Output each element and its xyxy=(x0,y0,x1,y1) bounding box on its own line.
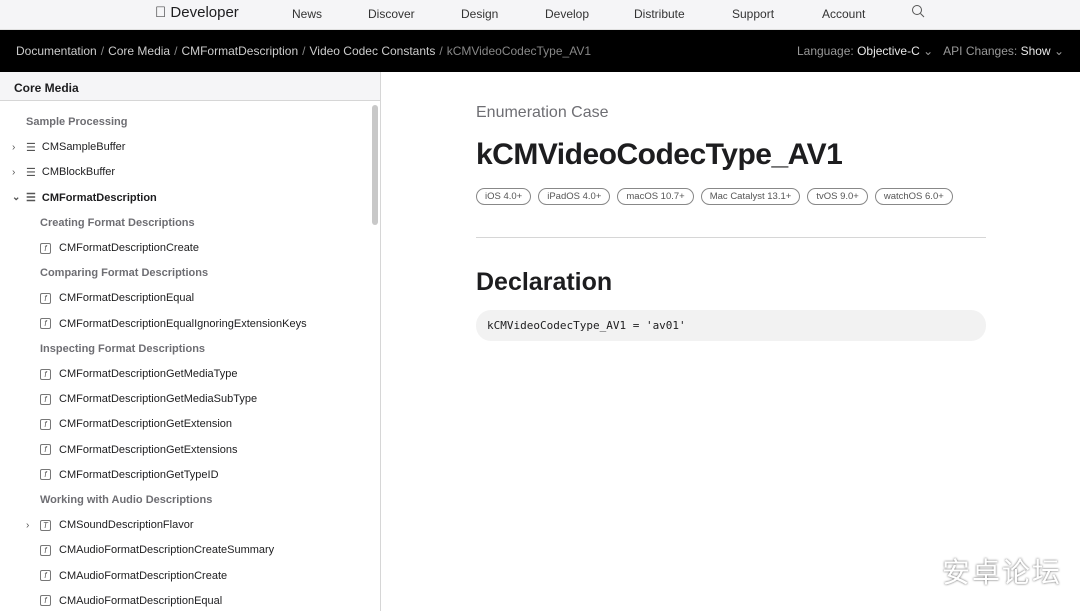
crumb-current: kCMVideoCodecType_AV1 xyxy=(446,44,591,58)
crumb-core-media[interactable]: Core Media xyxy=(108,44,170,58)
declaration-code: kCMVideoCodecType_AV1 = 'av01' xyxy=(476,310,986,341)
chevron-down-icon: ⌄ xyxy=(923,44,934,58)
sidebar-item[interactable]: f CMFormatDescriptionGetMediaType xyxy=(40,364,238,384)
function-icon: f xyxy=(40,318,51,330)
sidebar-item[interactable]: ⌄ ☰ CMFormatDescription xyxy=(12,188,157,208)
crumb-cmformatdescription[interactable]: CMFormatDescription xyxy=(181,44,298,58)
sidebar: Core Media Sample Processing › ☰ CMSampleBu… xyxy=(0,72,381,611)
declaration-heading: Declaration xyxy=(476,268,613,296)
sidebar-section-header: Creating Format Descriptions xyxy=(40,213,195,233)
sidebar-item[interactable]: › T CMSoundDescriptionFlavor xyxy=(26,515,194,535)
sidebar-item[interactable]: › ☰ CMBlockBuffer xyxy=(12,162,115,182)
sidebar-item-label: Inspecting Format Descriptions xyxy=(40,342,206,355)
sidebar-section-header: Inspecting Format Descriptions xyxy=(40,339,205,359)
global-nav:  Developer News Discover Design Develop… xyxy=(0,0,1080,30)
crumb-documentation[interactable]: Documentation xyxy=(16,44,97,58)
api-changes-label: API Changes: xyxy=(943,44,1018,58)
type-icon: T xyxy=(40,519,51,531)
sidebar-item-label: CMAudioFormatDescriptionCreateSummary xyxy=(59,544,275,557)
function-icon: f xyxy=(40,595,51,607)
chevron-right-icon[interactable]: › xyxy=(12,167,22,178)
sidebar-item-label: Sample Processing xyxy=(26,116,128,128)
sidebar-item[interactable]: f CMFormatDescriptionGetExtensions xyxy=(40,440,238,460)
platform-badge: Mac Catalyst 13.1+ xyxy=(700,188,801,205)
watermark: 安卓论坛 xyxy=(941,557,1062,588)
crumb-video-codec-constants[interactable]: Video Codec Constants xyxy=(309,44,435,58)
sidebar-item-label: CMAudioFormatDescriptionEqual xyxy=(59,594,223,607)
sidebar-item-label: CMSoundDescriptionFlavor xyxy=(59,519,194,532)
function-icon: f xyxy=(40,393,51,405)
platform-badges: iOS 4.0+ iPadOS 4.0+ macOS 10.7+ Mac Cat… xyxy=(476,188,953,205)
function-icon: f xyxy=(40,544,51,556)
api-changes-select[interactable]: Show xyxy=(1021,44,1051,58)
function-icon: f xyxy=(40,444,51,456)
nav-discover[interactable]: Discover xyxy=(368,7,415,21)
page-title: kCMVideoCodecType_AV1 xyxy=(476,138,843,171)
sidebar-section-header: Sample Processing xyxy=(26,112,128,132)
chevron-down-icon: ⌄ xyxy=(1053,44,1064,58)
sidebar-item-label: CMFormatDescriptionGetMediaType xyxy=(59,368,238,380)
sidebar-item[interactable]: f CMFormatDescriptionEqualIgnoringExtensi… xyxy=(40,314,307,334)
sidebar-item-label: CMFormatDescriptionEqualIgnoringExtensio… xyxy=(59,317,307,330)
sidebar-item-label: CMSampleBuffer xyxy=(41,141,126,154)
divider xyxy=(476,237,986,238)
list-icon: ☰ xyxy=(26,166,36,179)
sidebar-item[interactable]: f CMAudioFormatDescriptionCreate xyxy=(40,566,227,586)
sidebar-item[interactable]: f CMFormatDescriptionCreate xyxy=(40,238,199,258)
sidebar-section-header: Working with Audio Descriptions xyxy=(40,490,212,510)
function-icon: f xyxy=(40,368,51,380)
sidebar-item[interactable]: › ☰ CMSampleBuffer xyxy=(12,137,125,157)
sidebar-item-label: Creating Format Descriptions xyxy=(40,216,195,229)
platform-badge: tvOS 9.0+ xyxy=(807,188,868,205)
platform-badge: watchOS 6.0+ xyxy=(874,188,953,205)
breadcrumb-bar: Documentation / Core Media / CMFormatDescrip… xyxy=(0,30,1080,72)
list-icon: ☰ xyxy=(26,141,36,154)
search-icon[interactable] xyxy=(911,4,925,21)
platform-badge: iOS 4.0+ xyxy=(476,188,532,205)
sidebar-item-label: CMFormatDescriptionGetExtension xyxy=(59,418,233,431)
sidebar-item-label: CMFormatDescriptionGetMediaSubType xyxy=(59,393,258,406)
nav-design[interactable]: Design xyxy=(461,7,498,21)
sidebar-item[interactable]: f CMAudioFormatDescriptionCreateSummary xyxy=(40,540,274,560)
chevron-right-icon[interactable]: › xyxy=(12,142,22,153)
symbol-kind: Enumeration Case xyxy=(476,104,609,121)
nav-news[interactable]: News xyxy=(292,7,322,21)
nav-distribute[interactable]: Distribute xyxy=(634,7,685,21)
sidebar-item[interactable]: f CMAudioFormatDescriptionEqual xyxy=(40,591,222,611)
list-icon: ☰ xyxy=(26,192,36,205)
nav-support[interactable]: Support xyxy=(732,7,774,21)
platform-badge: iPadOS 4.0+ xyxy=(538,188,611,205)
sidebar-item[interactable]: f CMFormatDescriptionEqual xyxy=(40,288,194,308)
sidebar-item-label: CMFormatDescriptionGetTypeID xyxy=(59,468,219,481)
sidebar-item-label: CMFormatDescriptionCreate xyxy=(59,242,199,254)
developer-logo[interactable]:  Developer xyxy=(155,4,239,21)
breadcrumb: Documentation / Core Media / CMFormatDescrip… xyxy=(16,44,591,58)
sidebar-item-label: CMAudioFormatDescriptionCreate xyxy=(59,569,228,582)
sidebar-section-header: Comparing Format Descriptions xyxy=(40,263,208,283)
nav-develop[interactable]: Develop xyxy=(545,7,589,21)
function-icon: f xyxy=(40,469,51,481)
sidebar-item-label: CMFormatDescriptionEqual xyxy=(59,292,195,305)
sidebar-item-label: Working with Audio Descriptions xyxy=(40,494,213,506)
sidebar-item[interactable]: f CMFormatDescriptionGetExtension xyxy=(40,414,232,434)
sidebar-item-label: CMBlockBuffer xyxy=(41,166,116,179)
sidebar-item-label: CMFormatDescriptionGetExtensions xyxy=(59,443,238,456)
sidebar-item-label: CMFormatDescription xyxy=(41,191,157,204)
sidebar-title: Core Media xyxy=(0,72,380,101)
chevron-right-icon[interactable]: › xyxy=(26,520,36,531)
function-icon: f xyxy=(40,242,51,254)
platform-badge: macOS 10.7+ xyxy=(617,188,694,205)
sidebar-scrollbar[interactable] xyxy=(372,105,378,225)
nav-account[interactable]: Account xyxy=(822,7,865,21)
sidebar-item[interactable]: f CMFormatDescriptionGetTypeID xyxy=(40,465,219,485)
function-icon: f xyxy=(40,418,51,430)
chevron-down-icon[interactable]: ⌄ xyxy=(12,192,22,203)
function-icon: f xyxy=(40,570,51,582)
language-label: Language: xyxy=(796,44,854,58)
function-icon: f xyxy=(40,292,51,304)
language-select[interactable]: Objective-C xyxy=(857,44,920,58)
sidebar-item[interactable]: f CMFormatDescriptionGetMediaSubType xyxy=(40,389,257,409)
sidebar-item-label: Comparing Format Descriptions xyxy=(40,267,209,280)
